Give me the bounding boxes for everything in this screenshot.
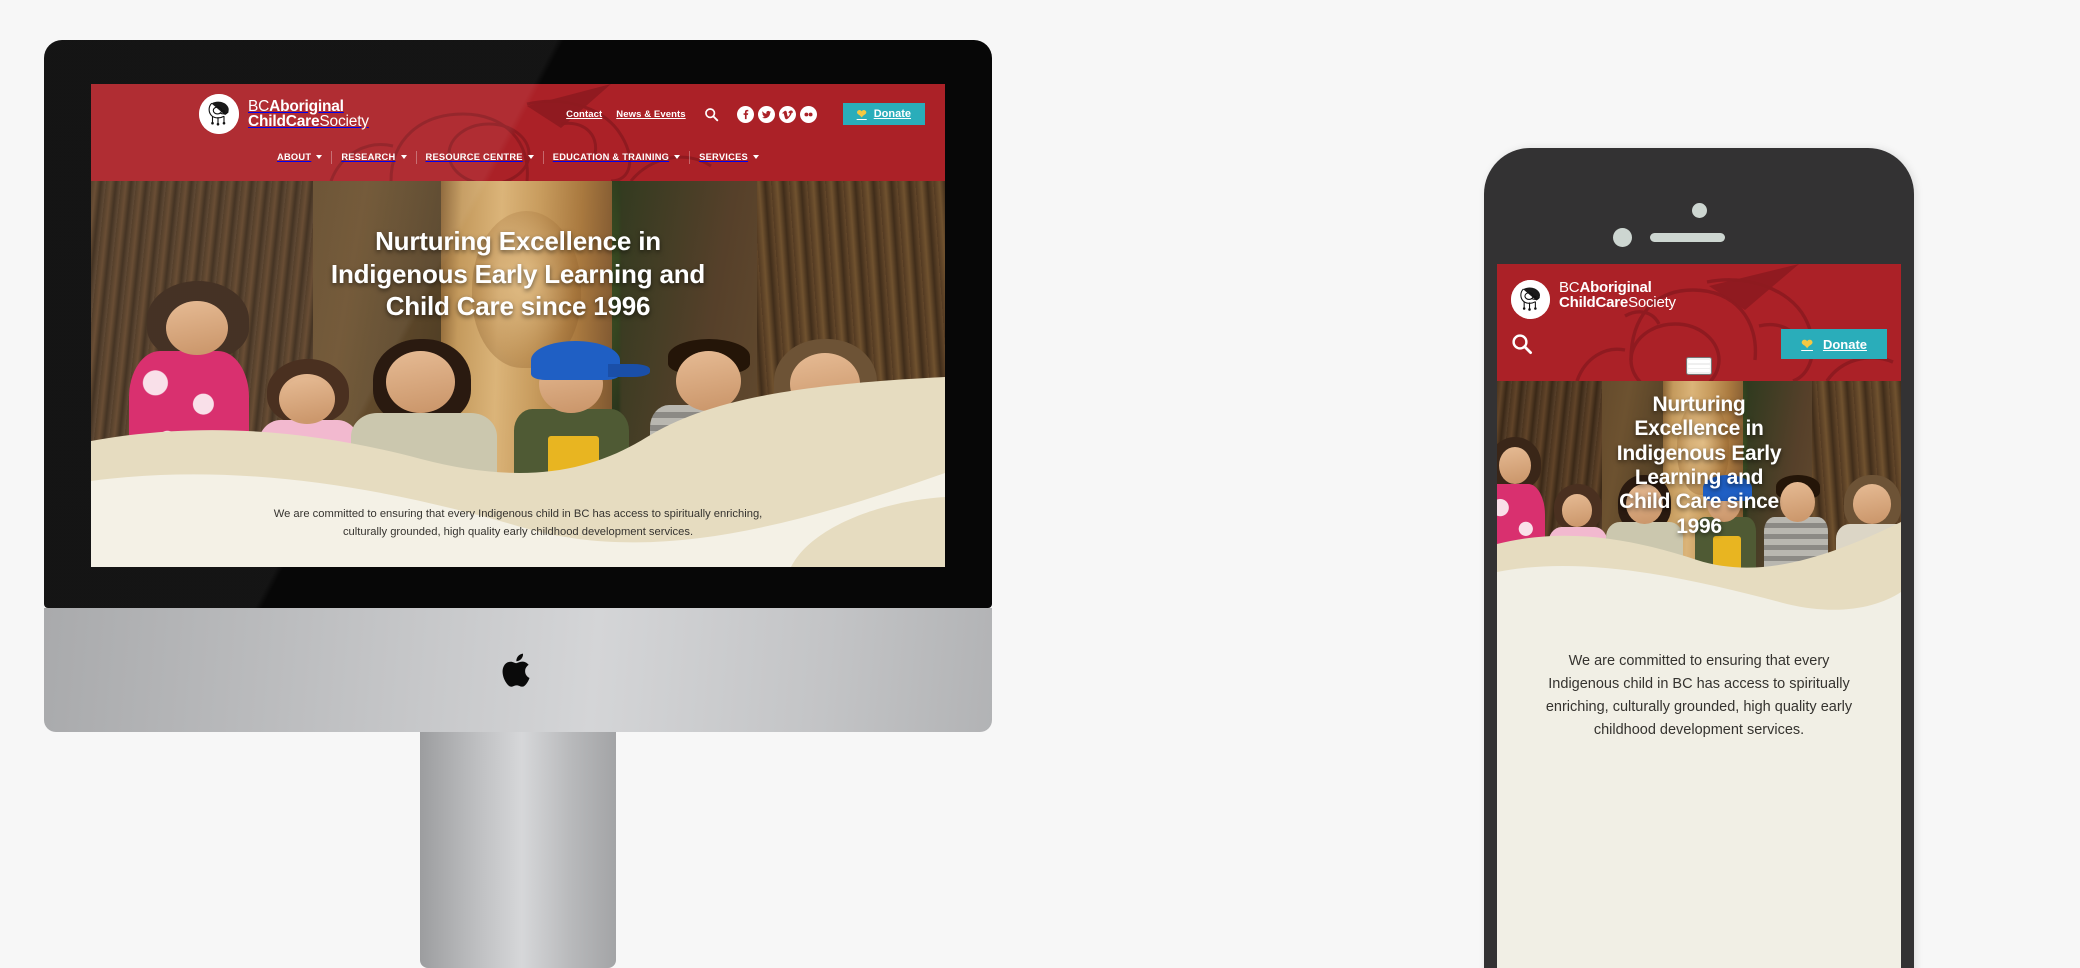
imac-mockup: BCAboriginal ChildCareSociety Contact Ne…	[44, 40, 992, 968]
nav-item-research[interactable]: RESEARCH	[332, 150, 417, 164]
hero-headline-line-3: Indigenous Early	[1616, 441, 1782, 465]
imac-screen: BCAboriginal ChildCareSociety Contact Ne…	[91, 84, 945, 567]
iphone-mockup: BCAboriginal ChildCareSociety ❤ Donate N…	[1484, 148, 1914, 968]
mother-and-child-logo-icon[interactable]	[1511, 280, 1550, 319]
desktop-utility-nav: Contact News & Events ❤ Donate	[566, 103, 925, 125]
twitter-icon[interactable]	[757, 105, 775, 123]
hero-headline-line-3: Child Care since 1996	[385, 291, 651, 321]
phone-screen: BCAboriginal ChildCareSociety ❤ Donate N…	[1497, 264, 1901, 968]
mobile-hero-paragraph: We are committed to ensuring that every …	[1545, 653, 1853, 738]
hamburger-icon[interactable]	[1686, 357, 1712, 375]
hero-paragraph-line-2: culturally grounded, high quality early …	[342, 525, 694, 538]
earpiece-speaker	[1650, 233, 1725, 242]
hero-headline-line-1: Nurturing	[1652, 393, 1746, 416]
donate-label: Donate	[873, 108, 911, 120]
chevron-down-icon	[527, 155, 534, 159]
main-navigation: ABOUT RESEARCH RESOURCE CENTRE EDUCATION…	[91, 144, 945, 170]
front-camera-icon	[1692, 203, 1707, 218]
top-link-news-events[interactable]: News & Events	[616, 109, 685, 120]
mobile-hero-section: Nurturing Excellence in Indigenous Early…	[1497, 381, 1901, 616]
facebook-icon[interactable]	[736, 105, 754, 123]
apple-logo-icon	[501, 650, 535, 690]
donate-button[interactable]: ❤ Donate	[842, 103, 925, 125]
wordmark-bc: BC	[248, 97, 270, 115]
mobile-site-header: BCAboriginal ChildCareSociety ❤ Donate	[1497, 264, 1901, 381]
vimeo-icon[interactable]	[778, 105, 796, 123]
imac-chin	[44, 608, 992, 732]
hero-paragraph: We are committed to ensuring that every …	[91, 506, 945, 541]
hero-paragraph-line-1: We are committed to ensuring that every …	[273, 508, 763, 521]
mobile-action-row: ❤ Donate	[1497, 319, 1901, 359]
nav-label: RESEARCH	[341, 152, 396, 162]
hero-headline: Nurturing Excellence in Indigenous Early…	[91, 225, 945, 323]
nav-item-services[interactable]: SERVICES	[690, 151, 768, 164]
imac-stand-neck	[420, 732, 616, 968]
flickr-icon[interactable]	[799, 105, 817, 123]
social-links	[736, 105, 817, 123]
heart-icon: ❤	[1801, 336, 1813, 352]
nav-label: EDUCATION & TRAINING	[552, 152, 670, 162]
wordmark-aboriginal: Aboriginal	[269, 97, 344, 115]
donate-label: Donate	[1822, 336, 1867, 352]
desktop-top-bar: BCAboriginal ChildCareSociety Contact Ne…	[91, 84, 945, 144]
nav-label: ABOUT	[277, 152, 312, 162]
mobile-wordmark: BCAboriginal ChildCareSociety	[1559, 280, 1676, 311]
proximity-sensor-icon	[1613, 228, 1632, 247]
search-icon[interactable]	[704, 107, 719, 122]
nav-item-education-training[interactable]: EDUCATION & TRAINING	[544, 150, 691, 164]
hero-headline-line-5: Child Care since	[1619, 490, 1779, 514]
wordmark-society: Society	[1628, 294, 1676, 312]
nav-item-resource-centre[interactable]: RESOURCE CENTRE	[417, 150, 544, 164]
wordmark-childcare: ChildCare	[248, 113, 320, 130]
nav-item-about[interactable]: ABOUT	[268, 150, 333, 164]
hero-section: Nurturing Excellence in Indigenous Early…	[91, 181, 945, 567]
mobile-intro-section: We are committed to ensuring that every …	[1497, 616, 1901, 968]
hero-headline-line-2: Indigenous Early Learning and	[330, 258, 706, 289]
wordmark-childcare: ChildCare	[1559, 294, 1629, 312]
donate-button[interactable]: ❤ Donate	[1781, 329, 1887, 359]
chevron-down-icon	[753, 155, 759, 159]
hero-headline-line-4: Learning and	[1634, 466, 1764, 490]
mobile-brand-row: BCAboriginal ChildCareSociety	[1497, 264, 1901, 319]
hero-headline-line-1: Nurturing Excellence in	[375, 226, 661, 256]
wordmark-society: Society	[319, 113, 369, 130]
site-logo-link[interactable]: BCAboriginal ChildCareSociety	[199, 94, 369, 134]
site-wordmark: BCAboriginal ChildCareSociety	[248, 97, 369, 130]
hero-headline-line-6: 1996	[1676, 514, 1722, 538]
heart-icon: ❤	[856, 107, 867, 121]
hero-headline-line-2: Excellence in	[1634, 417, 1764, 441]
site-header: BCAboriginal ChildCareSociety Contact Ne…	[91, 84, 945, 181]
top-link-contact[interactable]: Contact	[566, 109, 602, 120]
nav-label: SERVICES	[699, 152, 748, 162]
mother-and-child-logo-icon	[199, 94, 239, 134]
chevron-down-icon	[316, 155, 323, 159]
mobile-hero-headline: Nurturing Excellence in Indigenous Early…	[1497, 393, 1901, 539]
search-icon[interactable]	[1511, 333, 1533, 355]
nav-label: RESOURCE CENTRE	[425, 152, 523, 162]
chevron-down-icon	[674, 155, 681, 159]
chevron-down-icon	[400, 155, 407, 159]
